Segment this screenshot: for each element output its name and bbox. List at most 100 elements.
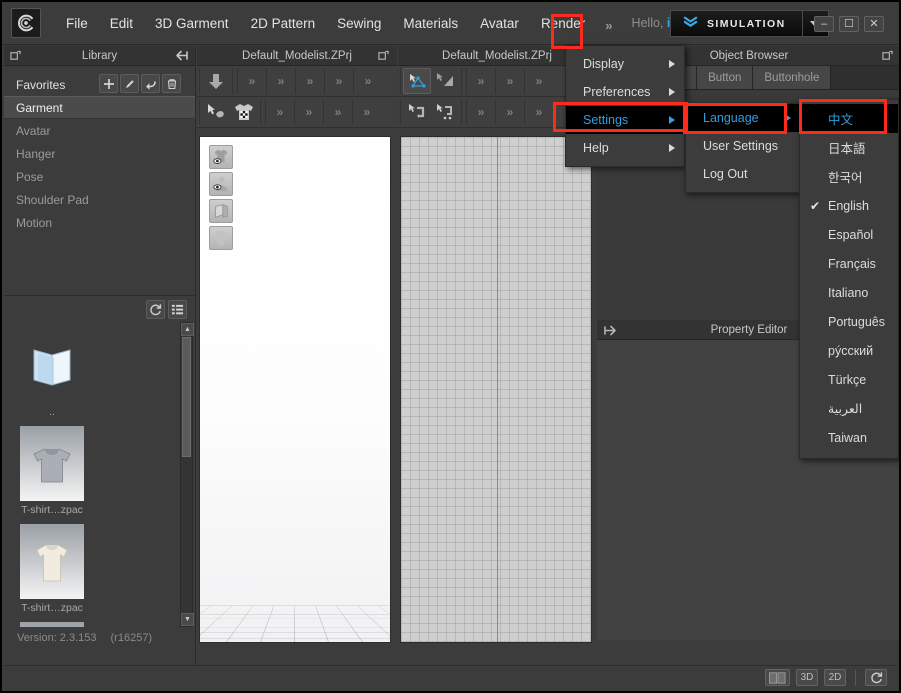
sew-segment-icon[interactable] bbox=[403, 99, 431, 125]
menu-item-2d-pattern[interactable]: 2D Pattern bbox=[240, 11, 327, 36]
undock-icon[interactable] bbox=[378, 50, 389, 64]
language-item-korean[interactable]: 한국어 bbox=[800, 162, 898, 191]
scrollbar-thumb[interactable] bbox=[182, 337, 191, 457]
language-item-english[interactable]: ✔ English bbox=[800, 191, 898, 220]
toolbar-overflow-chevrons[interactable]: » bbox=[469, 105, 493, 119]
menu-item-sewing[interactable]: Sewing bbox=[326, 11, 392, 36]
edit-pattern-icon[interactable] bbox=[403, 68, 431, 94]
viewport-3d-canvas[interactable] bbox=[199, 136, 391, 643]
thumbnail-item-parent-folder[interactable]: .. bbox=[10, 328, 94, 418]
language-item-taiwan[interactable]: Taiwan bbox=[800, 423, 898, 452]
split-view-icon[interactable] bbox=[765, 669, 790, 686]
undock-icon[interactable] bbox=[10, 50, 21, 64]
delete-item-button[interactable] bbox=[162, 74, 181, 93]
language-item-italian[interactable]: Italiano bbox=[800, 278, 898, 307]
list-view-icon[interactable] bbox=[168, 300, 187, 319]
language-item-chinese[interactable]: 中文 bbox=[800, 104, 898, 133]
show-head-icon[interactable] bbox=[209, 226, 233, 250]
menu-item-display[interactable]: Display bbox=[566, 50, 684, 78]
menu-item-language[interactable]: Language bbox=[686, 104, 800, 132]
view-3d-button[interactable]: 3D bbox=[796, 669, 818, 686]
toolbar-overflow-chevrons[interactable]: » bbox=[527, 105, 551, 119]
menu-item-avatar[interactable]: Avatar bbox=[469, 11, 530, 36]
library-category-label: Avatar bbox=[16, 123, 51, 138]
thumbnail-item-tshirt-white[interactable]: T-shirt…zpac bbox=[10, 524, 94, 614]
library-category-hanger[interactable]: Hanger bbox=[4, 142, 195, 165]
simulation-button[interactable]: SIMULATION bbox=[670, 10, 803, 37]
language-label: 中文 bbox=[828, 113, 854, 127]
language-item-arabic[interactable]: العربية bbox=[800, 394, 898, 423]
sew-free-icon[interactable] bbox=[431, 99, 459, 125]
thumbnail-item-tshirt-gray[interactable]: T-shirt…zpac bbox=[10, 426, 94, 516]
back-button[interactable] bbox=[141, 74, 160, 93]
toolbar-overflow-chevrons[interactable]: » bbox=[355, 105, 379, 119]
tab-button[interactable]: Button bbox=[697, 66, 754, 89]
toolbar-separator bbox=[353, 68, 354, 94]
toolbar-overflow-chevrons[interactable]: » bbox=[469, 74, 493, 88]
simulate-arrow-down-icon[interactable] bbox=[202, 68, 230, 94]
browser-scrollbar[interactable]: ▲ ▼ bbox=[180, 322, 194, 627]
minimize-button[interactable]: – bbox=[814, 16, 834, 32]
select-mesh-icon[interactable] bbox=[202, 99, 230, 125]
menu-item-list: File Edit 3D Garment 2D Pattern Sewing M… bbox=[55, 10, 621, 37]
menu-item-user-settings[interactable]: User Settings bbox=[686, 132, 800, 160]
maximize-button[interactable]: ☐ bbox=[839, 16, 859, 32]
menu-overflow-button[interactable]: » bbox=[596, 10, 621, 35]
arrow-left-icon[interactable] bbox=[175, 49, 189, 65]
app-logo-icon[interactable] bbox=[11, 8, 41, 38]
menu-item-file[interactable]: File bbox=[55, 11, 99, 36]
arrow-right-icon[interactable] bbox=[603, 324, 617, 339]
language-item-spanish[interactable]: Español bbox=[800, 220, 898, 249]
menu-item-settings[interactable]: Settings bbox=[566, 106, 684, 134]
undock-icon[interactable] bbox=[882, 50, 893, 64]
toolbar-overflow-chevrons[interactable]: » bbox=[327, 74, 351, 88]
toolbar-overflow-chevrons[interactable]: » bbox=[297, 105, 321, 119]
view-2d-button[interactable]: 2D bbox=[824, 669, 846, 686]
language-item-portuguese[interactable]: Português bbox=[800, 307, 898, 336]
show-fabric-icon[interactable] bbox=[209, 199, 233, 223]
reset-icon[interactable] bbox=[865, 669, 887, 686]
edit-item-button[interactable] bbox=[120, 74, 139, 93]
menu-item-log-out[interactable]: Log Out bbox=[686, 160, 800, 188]
toolbar-overflow-chevrons[interactable]: » bbox=[527, 74, 551, 88]
library-category-shoulder-pad[interactable]: Shoulder Pad bbox=[4, 188, 195, 211]
library-category-avatar[interactable]: Avatar bbox=[4, 119, 195, 142]
menu-item-edit[interactable]: Edit bbox=[99, 11, 144, 36]
library-category-garment[interactable]: Garment bbox=[4, 96, 195, 119]
menu-item-3d-garment[interactable]: 3D Garment bbox=[144, 11, 240, 36]
add-item-button[interactable] bbox=[99, 74, 118, 93]
show-garment-icon[interactable] bbox=[209, 145, 233, 169]
scroll-up-button[interactable]: ▲ bbox=[181, 323, 194, 336]
garment-texture-icon[interactable] bbox=[230, 99, 258, 125]
toolbar-overflow-chevrons[interactable]: » bbox=[356, 74, 380, 88]
transform-pattern-icon[interactable] bbox=[431, 68, 459, 94]
language-item-french[interactable]: Français bbox=[800, 249, 898, 278]
toolbar-overflow-chevrons[interactable]: » bbox=[298, 74, 322, 88]
toolbar-overflow-chevrons[interactable]: » bbox=[240, 74, 264, 88]
refresh-icon[interactable] bbox=[146, 300, 165, 319]
language-item-japanese[interactable]: 日本語 bbox=[800, 133, 898, 162]
toolbar-overflow-chevrons[interactable]: » bbox=[498, 74, 522, 88]
chevron-right-icon bbox=[785, 114, 791, 122]
language-item-russian[interactable]: рýсский bbox=[800, 336, 898, 365]
simulation-control: SIMULATION bbox=[670, 10, 829, 37]
menu-item-materials[interactable]: Materials bbox=[392, 11, 469, 36]
library-category-pose[interactable]: Pose bbox=[4, 165, 195, 188]
menu-item-preferences[interactable]: Preferences bbox=[566, 78, 684, 106]
menu-item-help[interactable]: Help bbox=[566, 134, 684, 162]
toolbar-separator bbox=[199, 68, 200, 94]
toolbar-overflow-chevrons[interactable]: » bbox=[326, 105, 350, 119]
language-item-turkish[interactable]: Türkçe bbox=[800, 365, 898, 394]
scroll-down-button[interactable]: ▼ bbox=[181, 613, 194, 626]
library-category-motion[interactable]: Motion bbox=[4, 211, 195, 234]
show-avatar-icon[interactable] bbox=[209, 172, 233, 196]
language-label: рýсский bbox=[828, 343, 874, 358]
viewport-2d-canvas[interactable] bbox=[400, 136, 592, 643]
toolbar-separator bbox=[352, 99, 353, 125]
menu-item-render[interactable]: Render bbox=[530, 11, 596, 36]
toolbar-overflow-chevrons[interactable]: » bbox=[498, 105, 522, 119]
toolbar-overflow-chevrons[interactable]: » bbox=[269, 74, 293, 88]
close-button[interactable]: ✕ bbox=[864, 16, 884, 32]
tab-buttonhole[interactable]: Buttonhole bbox=[753, 66, 832, 89]
toolbar-overflow-chevrons[interactable]: » bbox=[268, 105, 292, 119]
